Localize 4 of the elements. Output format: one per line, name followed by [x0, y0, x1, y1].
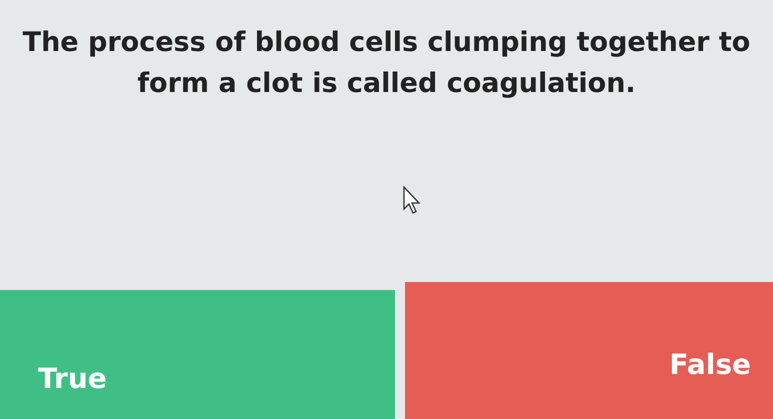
mouse-pointer-icon	[402, 186, 420, 214]
answer-button[interactable]: True	[0, 290, 395, 419]
answer-button[interactable]: False	[405, 282, 773, 419]
question-text: The process of blood cells clumping together to form a clot is called coagulation.	[22, 26, 752, 101]
